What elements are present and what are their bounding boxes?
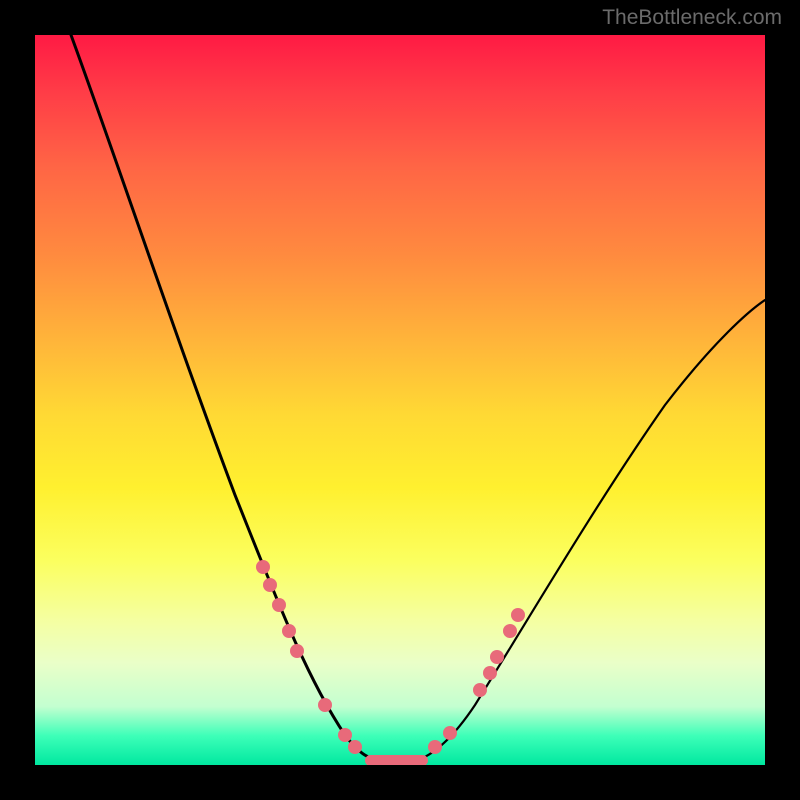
left-curve: [71, 35, 385, 761]
right-markers: [428, 608, 525, 754]
plot-area: [35, 35, 765, 765]
flat-bottom-marker: [365, 755, 428, 765]
right-curve: [415, 300, 765, 761]
chart-svg: [35, 35, 765, 765]
watermark-text: TheBottleneck.com: [602, 6, 782, 30]
left-markers: [256, 560, 362, 754]
